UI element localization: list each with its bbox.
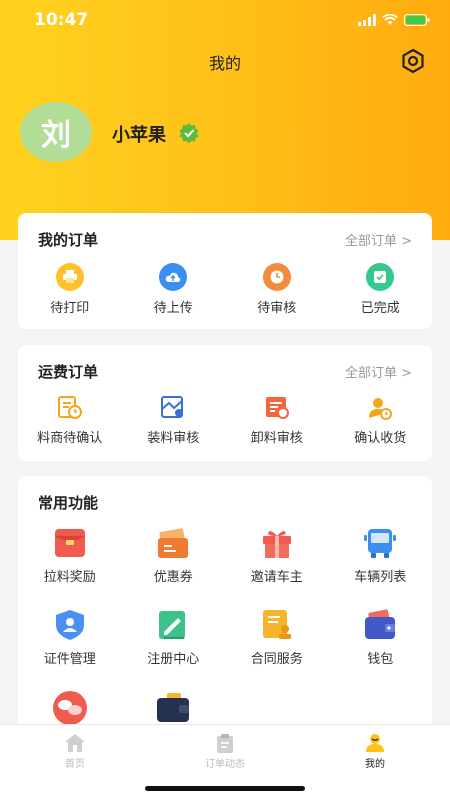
my-orders-view-all-link[interactable]: 全部订单 > (345, 230, 412, 249)
user-icon (366, 734, 384, 752)
function-contract-service[interactable]: 合同服务 (225, 608, 329, 667)
loading-review-icon (161, 396, 184, 418)
order-status-pending-review[interactable]: 待审核 (225, 263, 329, 316)
page-title: 我的 (208, 54, 241, 73)
function-label: 拉料奖励 (43, 570, 96, 585)
bus-icon (364, 529, 397, 558)
status-time: 10:47 (34, 10, 89, 30)
user-name: 小苹果 (112, 125, 166, 146)
function-vehicle-list[interactable]: 车辆列表 (329, 526, 433, 585)
order-status-label: 待审核 (257, 301, 297, 316)
freight-orders-card: 运费订单 全部订单 > 料商待确认 装料审核 卸料审核 确认收货 (18, 345, 432, 461)
tab-mine[interactable]: 我的 (325, 733, 425, 770)
function-certificate-management[interactable]: 证件管理 (18, 608, 122, 667)
tab-label: 我的 (365, 759, 385, 770)
freight-orders-view-all-link[interactable]: 全部订单 > (345, 362, 412, 381)
battery-icon (404, 14, 430, 26)
freight-status-label: 料商待确认 (37, 431, 103, 446)
freight-unloading-review[interactable]: 卸料审核 (225, 395, 329, 446)
tab-order-updates[interactable]: 订单动态 (175, 733, 275, 770)
clock-icon (262, 263, 291, 291)
wifi-icon (382, 14, 398, 25)
unloading-review-icon (265, 397, 289, 419)
status-icons (358, 14, 430, 26)
tab-label: 首页 (65, 759, 85, 770)
edit-form-icon (159, 611, 186, 639)
printer-icon (55, 263, 84, 291)
order-status-to-upload[interactable]: 待上传 (122, 263, 226, 316)
function-coupons[interactable]: 优惠券 (122, 526, 226, 585)
order-status-to-print[interactable]: 待打印 (18, 263, 122, 316)
id-shield-icon (55, 610, 84, 640)
gear-icon (402, 48, 424, 74)
function-label: 注册中心 (147, 652, 200, 667)
common-functions-card: 常用功能 拉料奖励 优惠券 邀请车主 车辆列表 证件管理 注册中心 合同服务 钱… (18, 476, 432, 736)
function-label: 合同服务 (250, 652, 303, 667)
function-more[interactable] (122, 690, 226, 724)
upload-cloud-icon (159, 263, 188, 291)
home-indicator (145, 786, 305, 791)
user-check-icon (369, 398, 393, 420)
freight-supplier-confirm[interactable]: 料商待确认 (18, 395, 122, 446)
settings-button[interactable] (398, 46, 428, 76)
completed-check-icon (366, 263, 395, 291)
status-bar: 10:47 (0, 0, 450, 44)
my-orders-title: 我的订单 (38, 231, 99, 249)
coupon-icon (158, 528, 189, 558)
function-wallet[interactable]: 钱包 (329, 608, 433, 667)
wallet-icon (365, 609, 396, 639)
order-status-label: 待打印 (50, 301, 90, 316)
avatar-initial: 刘 (41, 118, 71, 153)
document-clock-icon (57, 396, 82, 419)
freight-loading-review[interactable]: 装料审核 (122, 395, 226, 446)
chat-bubbles-icon (52, 691, 87, 724)
dark-wallet-icon (157, 693, 190, 722)
function-registration-center[interactable]: 注册中心 (122, 608, 226, 667)
freight-orders-title: 运费订单 (38, 363, 99, 381)
order-status-label: 已完成 (360, 301, 400, 316)
freight-status-label: 确认收货 (354, 431, 407, 446)
my-orders-card: 我的订单 全部订单 > 待打印 待上传 待审核 已完成 (18, 213, 432, 329)
signal-icon (358, 14, 376, 26)
contract-stamp-icon (262, 610, 291, 639)
tab-label: 订单动态 (205, 759, 245, 770)
verified-badge-icon (179, 123, 199, 144)
avatar[interactable]: 刘 (20, 102, 92, 162)
freight-status-label: 卸料审核 (250, 431, 303, 446)
tab-home[interactable]: 首页 (25, 733, 125, 770)
red-envelope-icon (54, 529, 85, 557)
function-customer-service[interactable] (18, 690, 122, 724)
freight-status-label: 装料审核 (147, 431, 200, 446)
home-icon (65, 734, 85, 752)
freight-confirm-receipt[interactable]: 确认收货 (329, 395, 433, 446)
function-label: 车辆列表 (354, 570, 407, 585)
gift-icon (262, 531, 291, 558)
function-label: 钱包 (367, 652, 394, 667)
function-material-reward[interactable]: 拉料奖励 (18, 526, 122, 585)
function-label: 邀请车主 (250, 570, 303, 585)
function-invite-owners[interactable]: 邀请车主 (225, 526, 329, 585)
function-label: 优惠券 (153, 570, 193, 585)
order-status-label: 待上传 (153, 301, 193, 316)
common-functions-title: 常用功能 (38, 494, 99, 512)
order-status-completed[interactable]: 已完成 (329, 263, 433, 316)
function-label: 证件管理 (43, 652, 96, 667)
clipboard-icon (217, 734, 233, 753)
